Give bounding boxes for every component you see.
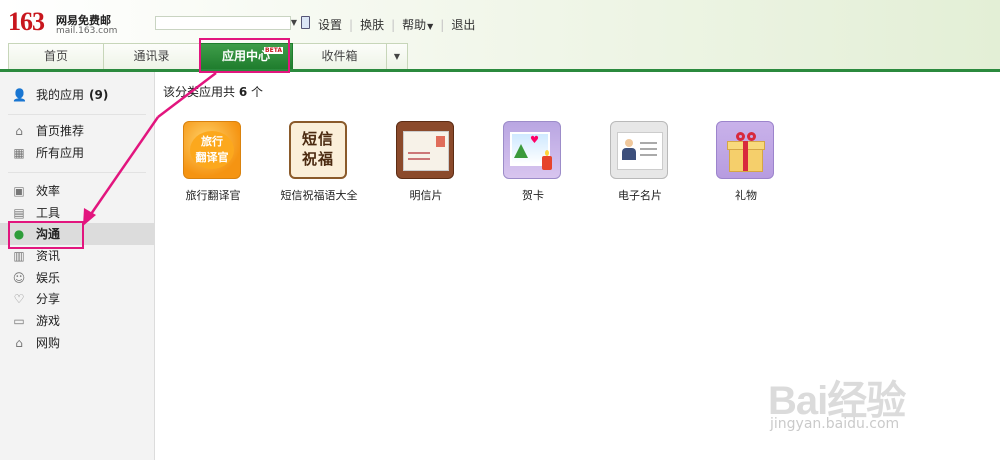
count-value: 6 bbox=[238, 85, 248, 99]
postcard-icon bbox=[396, 121, 454, 179]
my-apps-label: 我的应用 bbox=[36, 88, 85, 102]
divider: | bbox=[349, 17, 354, 32]
account-select[interactable] bbox=[155, 16, 291, 30]
sidebar-item-label: 我的应用 (9) bbox=[36, 84, 108, 106]
count-prefix: 该分类应用共 bbox=[163, 85, 236, 99]
person-head bbox=[625, 139, 633, 147]
app-sms-greetings[interactable]: 短信 祝福 短信祝福语大全 bbox=[269, 121, 369, 211]
category-count: 该分类应用共 6 个 bbox=[163, 83, 263, 100]
gift-ribbon bbox=[743, 141, 748, 171]
sidebar-item-label: 效率 bbox=[36, 184, 61, 198]
bow-loop bbox=[736, 132, 745, 141]
app-name: 礼物 bbox=[735, 189, 757, 202]
smiley-icon: ☺ bbox=[12, 271, 26, 285]
help-label: 帮助 bbox=[402, 18, 427, 32]
app-business-card[interactable]: 电子名片 bbox=[590, 121, 690, 211]
mobile-phone-icon[interactable] bbox=[301, 16, 310, 29]
chevron-down-icon[interactable]: ▼ bbox=[289, 16, 299, 30]
sidebar-divider bbox=[8, 114, 146, 115]
logo-number: 163 bbox=[8, 7, 45, 36]
card-face bbox=[617, 132, 663, 170]
app-name: 电子名片 bbox=[618, 189, 662, 202]
sidebar-item-games[interactable]: ▭ 游戏 bbox=[0, 310, 154, 332]
grid-icon: ▦ bbox=[13, 146, 25, 160]
annotation-box-sidebar bbox=[8, 221, 84, 249]
shopping-bag-icon: ⌂ bbox=[15, 336, 23, 350]
sidebar-item-label: 首页推荐 bbox=[36, 124, 85, 138]
app-name: 明信片 bbox=[409, 189, 443, 202]
divider: | bbox=[391, 17, 396, 32]
business-card-icon bbox=[610, 121, 668, 179]
stamp bbox=[436, 136, 445, 147]
sidebar-item-recommended[interactable]: ⌂ 首页推荐 bbox=[0, 120, 154, 142]
bow-loop bbox=[747, 132, 756, 141]
card-line bbox=[640, 154, 657, 156]
top-links: 设置 | 换肤 | 帮助▼ | 退出 bbox=[318, 16, 475, 33]
briefcase-icon: ▣ bbox=[13, 184, 25, 198]
candle bbox=[542, 156, 552, 170]
count-suffix: 个 bbox=[251, 85, 264, 99]
app-greeting-card[interactable]: ♥ 贺卡 bbox=[483, 121, 583, 211]
sidebar: 👤 我的应用 (9) ⌂ 首页推荐 ▦ 所有应用 ▣ 效率 ▤ 工具 ● 沟通 ▥… bbox=[0, 72, 155, 460]
tab-inbox[interactable]: 收件箱 bbox=[292, 43, 387, 69]
sidebar-item-entertainment[interactable]: ☺ 娱乐 bbox=[0, 267, 154, 289]
divider: | bbox=[440, 17, 445, 32]
app-travel-translator[interactable]: 旅行 翻译官 旅行翻译官 bbox=[163, 121, 263, 211]
sidebar-item-label: 娱乐 bbox=[36, 271, 61, 285]
card-line bbox=[640, 148, 657, 150]
skin-link[interactable]: 换肤 bbox=[360, 16, 384, 33]
help-link[interactable]: 帮助▼ bbox=[402, 16, 433, 33]
gift-bow bbox=[736, 132, 756, 142]
gift-icon bbox=[716, 121, 774, 179]
tab-contacts[interactable]: 通讯录 bbox=[103, 43, 200, 69]
app-name: 旅行翻译官 bbox=[185, 189, 241, 202]
logo-domain: mail.163.com bbox=[56, 26, 118, 36]
sidebar-divider bbox=[8, 172, 146, 173]
sidebar-item-my-apps[interactable]: 👤 我的应用 (9) bbox=[0, 84, 154, 106]
header-bar: 163 网易免费邮 mail.163.com ▼ 设置 | 换肤 | 帮助▼ |… bbox=[0, 0, 1000, 72]
app-name: 贺卡 bbox=[522, 189, 544, 202]
tool-icon: ▤ bbox=[13, 206, 25, 220]
chevron-down-icon: ▼ bbox=[427, 22, 434, 31]
tab-more-dropdown[interactable]: ▼ bbox=[386, 43, 408, 69]
app-postcard[interactable]: 明信片 bbox=[376, 121, 476, 211]
tab-home[interactable]: 首页 bbox=[8, 43, 104, 69]
sidebar-item-all-apps[interactable]: ▦ 所有应用 bbox=[0, 142, 154, 164]
person-figure bbox=[622, 139, 636, 161]
annotation-box-tab bbox=[199, 38, 290, 73]
line bbox=[408, 152, 430, 154]
line bbox=[408, 158, 430, 160]
sidebar-item-label: 分享 bbox=[36, 292, 61, 306]
sidebar-item-label: 网购 bbox=[36, 336, 61, 350]
person-body bbox=[622, 148, 636, 160]
my-apps-count: (9) bbox=[89, 88, 109, 102]
user-icon: 👤 bbox=[12, 88, 27, 102]
travel-translator-icon: 旅行 翻译官 bbox=[183, 121, 241, 179]
news-icon: ▥ bbox=[13, 249, 25, 263]
sidebar-item-label: 所有应用 bbox=[36, 146, 85, 160]
logout-link[interactable]: 退出 bbox=[451, 16, 475, 33]
watermark-url: jingyan.baidu.com bbox=[770, 416, 900, 432]
baidu-watermark: Bai经验 jingyan.baidu.com bbox=[768, 360, 993, 440]
card-line bbox=[640, 142, 657, 144]
app-gift[interactable]: 礼物 bbox=[696, 121, 796, 211]
settings-link[interactable]: 设置 bbox=[318, 16, 342, 33]
greeting-card-icon: ♥ bbox=[503, 121, 561, 179]
heart-icon: ♡ bbox=[13, 292, 25, 306]
postcard-card bbox=[403, 131, 449, 171]
mail-logo[interactable]: 163 网易免费邮 mail.163.com bbox=[8, 7, 117, 37]
heart: ♥ bbox=[530, 135, 539, 146]
sms-greetings-icon: 短信 祝福 bbox=[289, 121, 347, 179]
sidebar-item-share[interactable]: ♡ 分享 bbox=[0, 288, 154, 310]
sms-greetings-icon-text: 短信 祝福 bbox=[301, 130, 334, 168]
tree bbox=[514, 144, 528, 158]
gamepad-icon: ▭ bbox=[13, 314, 25, 328]
sidebar-item-efficiency[interactable]: ▣ 效率 bbox=[0, 180, 154, 202]
home-icon: ⌂ bbox=[15, 124, 23, 138]
travel-translator-icon-text: 旅行 翻译官 bbox=[190, 131, 234, 169]
sidebar-item-shopping[interactable]: ⌂ 网购 bbox=[0, 332, 154, 354]
sidebar-item-label: 游戏 bbox=[36, 314, 61, 328]
app-name: 短信祝福语大全 bbox=[280, 189, 358, 202]
